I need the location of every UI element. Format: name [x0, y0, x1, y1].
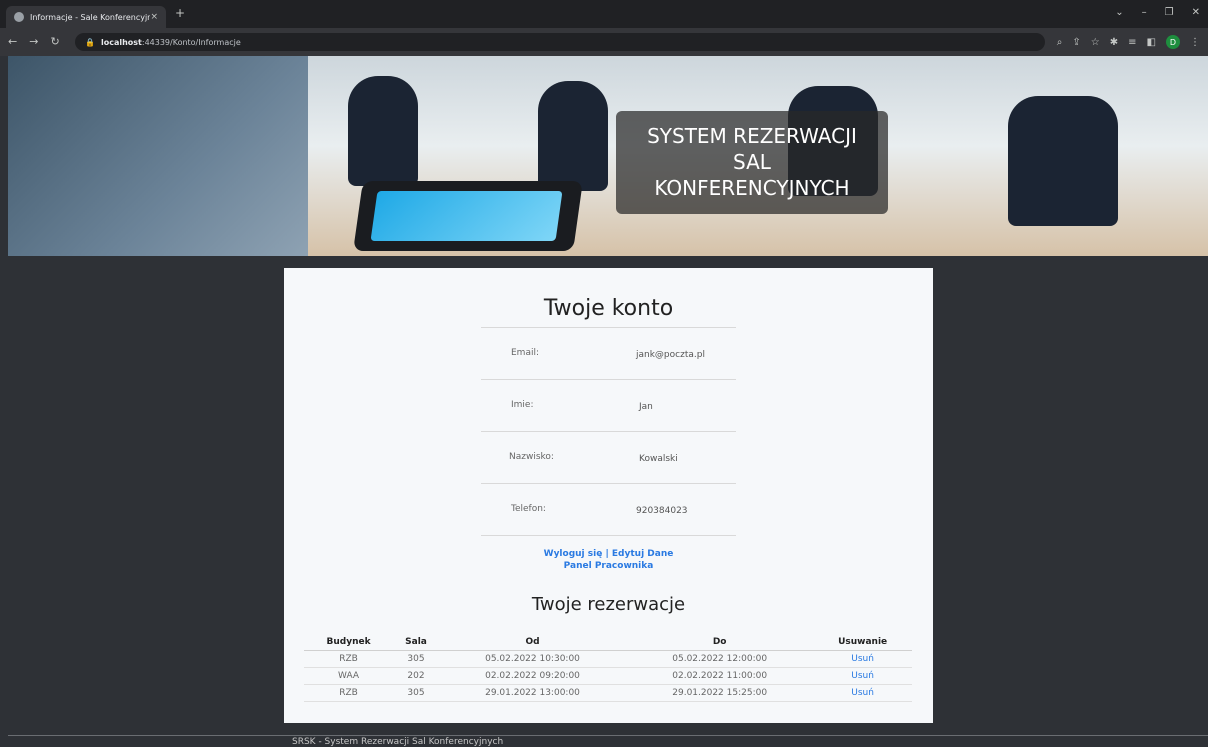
restore-icon[interactable]: ❐ [1165, 7, 1174, 18]
cell-from: 29.01.2022 13:00:00 [438, 684, 627, 702]
site-title-line2: SAL [733, 150, 771, 174]
browser-tab-bar: Informacje - Sale Konferencyjne × + ⌄ – … [0, 0, 1208, 28]
minimize-icon[interactable]: – [1142, 7, 1147, 18]
extensions-icon[interactable]: ✱ [1110, 37, 1118, 48]
page-title: Twoje konto [543, 296, 674, 321]
tab-title: Informacje - Sale Konferencyjne [30, 12, 151, 22]
window-controls: ⌄ – ❐ ✕ [1115, 7, 1200, 18]
cell-to: 02.02.2022 11:00:00 [626, 667, 814, 685]
info-label: Imie: [511, 400, 534, 410]
delete-link[interactable]: Usuń [851, 688, 874, 698]
col-room: Sala [393, 634, 439, 651]
col-building: Budynek [304, 634, 394, 651]
menu-icon[interactable]: ⋮ [1190, 37, 1200, 48]
share-icon[interactable]: ⇪ [1072, 37, 1080, 48]
reservations-table: Budynek Sala Od Do Usuwanie RZB 305 05.0… [304, 634, 912, 702]
cell-room: 202 [393, 667, 439, 685]
col-delete: Usuwanie [813, 634, 912, 651]
nav-buttons: ← → ↻ [8, 35, 60, 48]
footer: SRSK - System Rezerwacji Sal Konferencyj… [8, 735, 1208, 747]
table-row: RZB 305 05.02.2022 10:30:00 05.02.2022 1… [304, 650, 912, 668]
site-title-line1: SYSTEM REZERWACJI [647, 124, 857, 148]
info-row-phone: Telefon: 920384023 [481, 483, 736, 535]
col-to: Do [626, 634, 814, 651]
favicon-icon [14, 12, 24, 22]
cell-action: Usuń [813, 667, 912, 685]
back-icon[interactable]: ← [8, 35, 17, 48]
col-from: Od [438, 634, 627, 651]
profile-avatar[interactable]: D [1166, 35, 1180, 49]
tab-close-icon[interactable]: × [150, 12, 158, 22]
info-value: Jan [639, 402, 653, 412]
cell-building: RZB [304, 650, 394, 668]
bookmark-star-icon[interactable]: ☆ [1091, 37, 1100, 48]
cell-action: Usuń [813, 650, 912, 668]
url-input[interactable]: 🔒 localhost :44339/Konto/Informacje [75, 33, 1045, 51]
url-host: localhost [100, 37, 142, 47]
info-label: Email: [511, 348, 540, 358]
tab-search-icon[interactable]: ⌄ [1115, 7, 1123, 18]
account-card: Twoje konto Email: jank@poczta.pl Imie: … [284, 268, 933, 723]
cell-to: 29.01.2022 15:25:00 [626, 684, 814, 702]
link-separator: | [605, 549, 609, 559]
cell-from: 05.02.2022 10:30:00 [438, 650, 627, 668]
header-banner: SYSTEM REZERWACJI SAL KONFERENCYJNYCH [8, 56, 1208, 256]
info-value: 920384023 [636, 506, 688, 516]
info-label: Telefon: [511, 504, 546, 514]
info-value: jank@poczta.pl [636, 350, 705, 360]
info-row-email: Email: jank@poczta.pl [481, 327, 736, 379]
employee-panel-link[interactable]: Panel Pracownika [284, 560, 933, 572]
address-bar: ← → ↻ 🔒 localhost :44339/Konto/Informacj… [0, 28, 1208, 56]
tablet-image [353, 181, 583, 251]
info-row-name: Imie: Jan [481, 379, 736, 431]
table-row: WAA 202 02.02.2022 09:20:00 02.02.2022 1… [304, 667, 912, 685]
site-title: SYSTEM REZERWACJI SAL KONFERENCYJNYCH [616, 111, 888, 214]
account-links: Wyloguj się | Edytuj Dane Panel Pracowni… [284, 548, 933, 572]
reload-icon[interactable]: ↻ [50, 35, 59, 48]
account-info: Email: jank@poczta.pl Imie: Jan Nazwisko… [481, 327, 736, 536]
reading-list-icon[interactable]: ≡ [1128, 37, 1136, 48]
close-window-icon[interactable]: ✕ [1192, 7, 1200, 18]
url-path: :44339/Konto/Informacje [141, 37, 241, 47]
delete-link[interactable]: Usuń [851, 654, 874, 664]
cell-building: WAA [304, 667, 394, 685]
info-value: Kowalski [639, 454, 678, 464]
cell-action: Usuń [813, 684, 912, 702]
table-row: RZB 305 29.01.2022 13:00:00 29.01.2022 1… [304, 684, 912, 702]
cell-building: RZB [304, 684, 394, 702]
info-row-surname: Nazwisko: Kowalski [481, 431, 736, 483]
new-tab-button[interactable]: + [175, 6, 185, 20]
chair-shape [1008, 96, 1118, 226]
side-panel-icon[interactable]: ◧ [1147, 37, 1156, 48]
chair-shape [348, 76, 418, 186]
site-title-line3: KONFERENCYJNYCH [654, 176, 850, 200]
table-header-row: Budynek Sala Od Do Usuwanie [304, 634, 912, 651]
cell-from: 02.02.2022 09:20:00 [438, 667, 627, 685]
info-label: Nazwisko: [509, 452, 554, 462]
zoom-icon[interactable]: ⌕ [1057, 37, 1063, 48]
footer-text: SRSK - System Rezerwacji Sal Konferencyj… [292, 737, 504, 747]
lock-icon: 🔒 [85, 37, 95, 47]
delete-link[interactable]: Usuń [851, 671, 874, 681]
divider [481, 535, 736, 536]
edit-data-link[interactable]: Edytuj Dane [612, 549, 673, 559]
cell-room: 305 [393, 650, 439, 668]
browser-tab[interactable]: Informacje - Sale Konferencyjne × [6, 6, 166, 28]
cell-room: 305 [393, 684, 439, 702]
browser-toolbar: ⌕ ⇪ ☆ ✱ ≡ ◧ D ⋮ [1057, 35, 1200, 49]
chair-shape [538, 81, 608, 191]
logout-link[interactable]: Wyloguj się [544, 549, 603, 559]
reservations-title: Twoje rezerwacje [531, 594, 686, 615]
cell-to: 05.02.2022 12:00:00 [626, 650, 814, 668]
businessman-image [8, 56, 308, 256]
forward-icon[interactable]: → [29, 35, 38, 48]
